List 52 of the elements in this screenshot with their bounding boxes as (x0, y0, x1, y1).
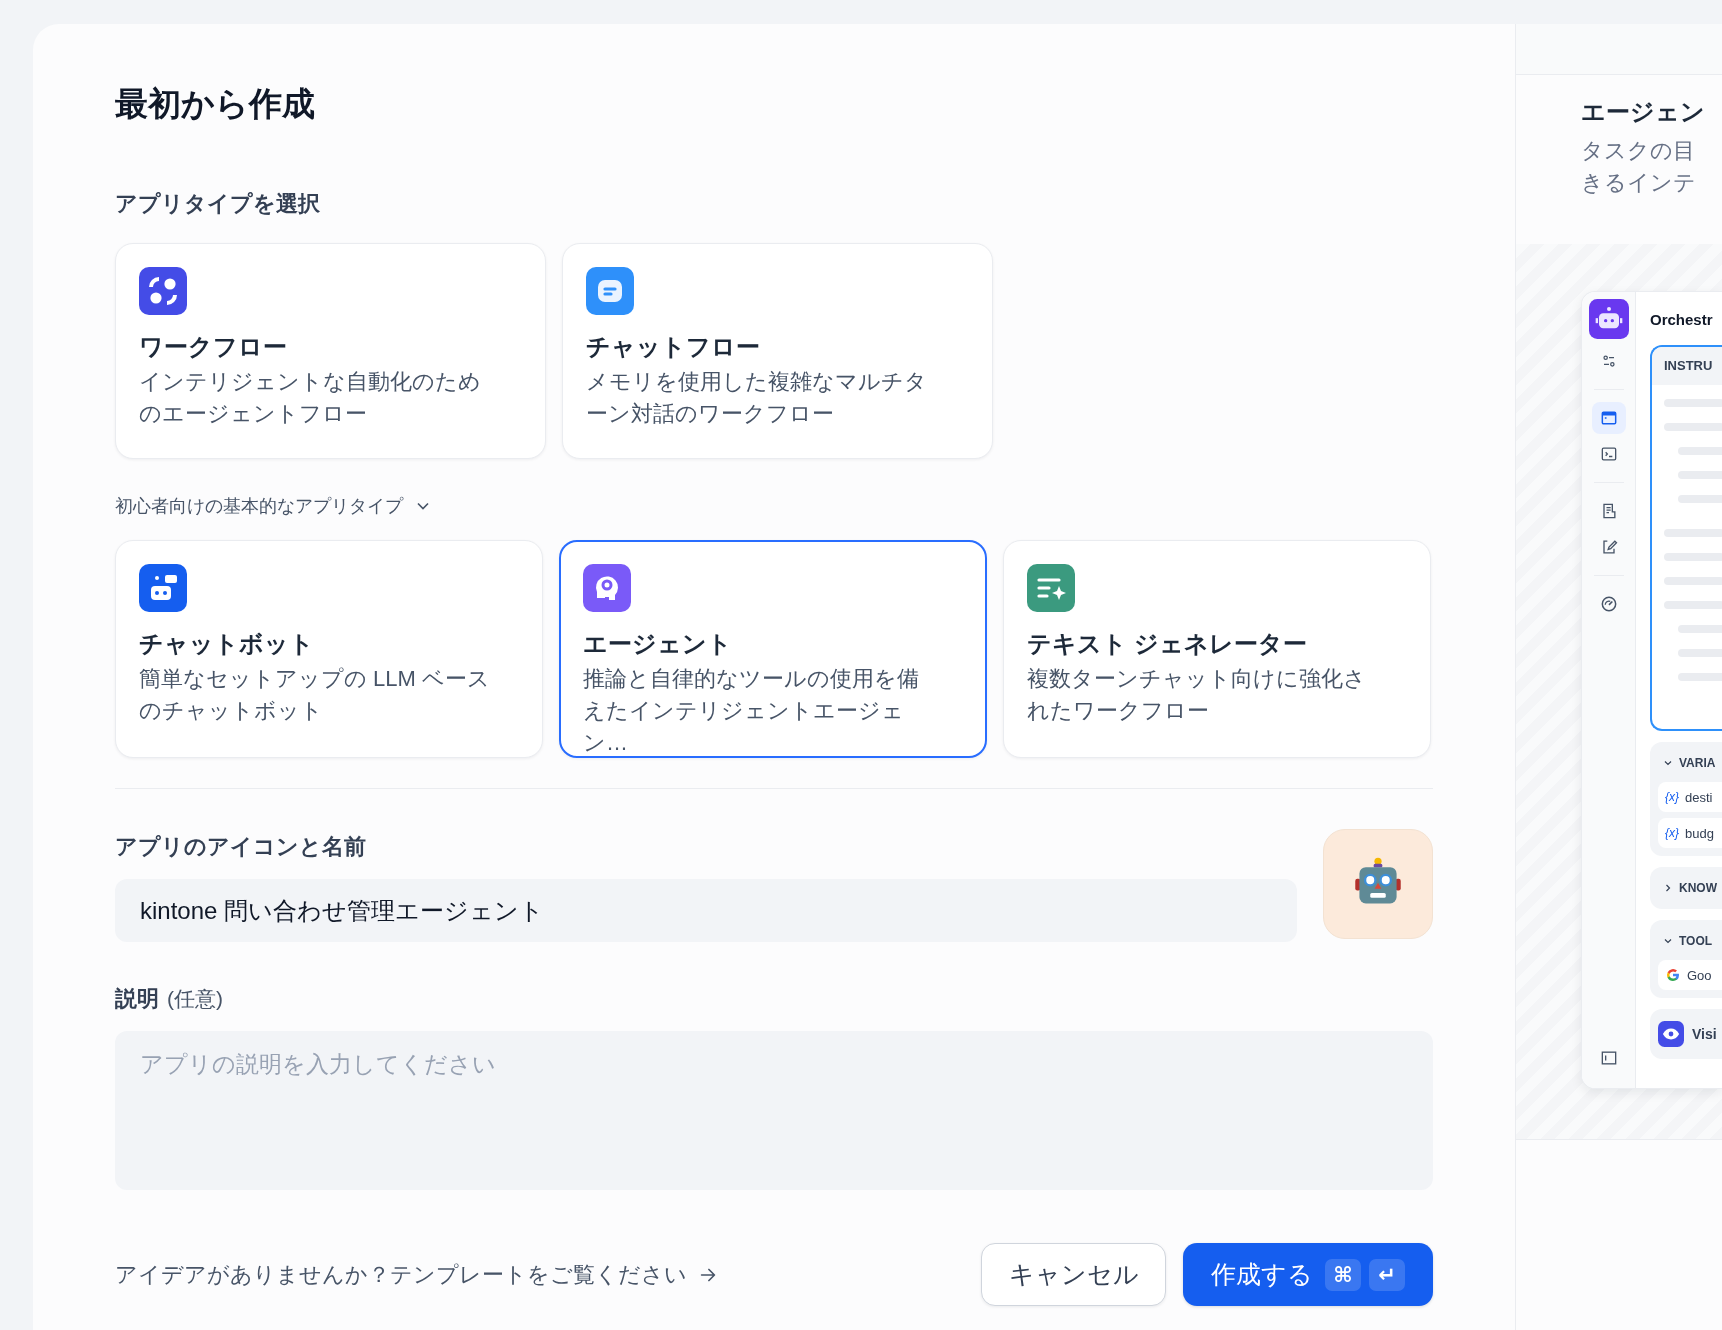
variable-icon: {x} (1665, 790, 1679, 804)
card-description: メモリを使用した複雑なマルチターン対話のワークフロー (586, 368, 928, 428)
app-type-card[interactable]: テキスト ジェネレーター 複数ターンチャット向けに強化されたワークフロー (1003, 540, 1431, 758)
card-title: エージェント (583, 629, 733, 659)
template-link[interactable]: アイデアがありませんか？テンプレートをご覧ください (115, 1259, 719, 1290)
card-description: インテリジェントな自動化のためのエージェントフロー (139, 368, 482, 428)
section-heading: アプリタイプを選択 (115, 190, 321, 218)
create-button[interactable]: 作成する ⌘ ↵ (1183, 1243, 1433, 1306)
bot-chat-icon (139, 564, 187, 612)
section-header[interactable]: KNOW (1658, 875, 1717, 901)
shortcut-key: ⌘ (1325, 1258, 1361, 1291)
shortcut-key: ↵ (1369, 1258, 1405, 1291)
instruction-label: INSTRU (1652, 347, 1722, 385)
item-label: desti (1685, 789, 1713, 805)
head-gear-icon (583, 564, 631, 612)
google-g-icon (1665, 967, 1681, 983)
card-description: 複数ターンチャット向けに強化されたワークフロー (1027, 665, 1367, 725)
app-name-field[interactable]: kintone 問い合わせ管理エージェント (115, 879, 1297, 942)
eye-icon (1658, 1021, 1684, 1047)
chat-bubble-icon (586, 267, 634, 315)
app-type-card[interactable]: エージェント 推論と自律的なツールの使用を備えたインテリジェントエージェン… (559, 540, 987, 758)
item-label: budg (1685, 825, 1714, 841)
app-type-card[interactable]: ワークフロー インテリジェントな自動化のためのエージェントフロー (115, 243, 546, 459)
app-type-card[interactable]: チャットボット 簡単なセットアップの LLM ベースのチャットボット (115, 540, 543, 758)
text-sparkle-icon (1027, 564, 1075, 612)
nodes-icon (139, 267, 187, 315)
card-title: チャットフロー (586, 332, 761, 362)
item-label: Goo (1687, 967, 1712, 983)
beginner-types-toggle[interactable]: 初心者向けの基本的なアプリタイプ (115, 494, 433, 518)
preview-description: きるインテ (1581, 169, 1697, 197)
preview-title: エージェン (1581, 97, 1706, 127)
app-name: Orchestr (1650, 310, 1714, 330)
description-field[interactable]: アプリの説明を入力してください (115, 1031, 1433, 1190)
variable-icon: {x} (1665, 826, 1679, 840)
preview-description: タスクの目 (1581, 137, 1696, 165)
card-title: テキスト ジェネレーター (1027, 629, 1308, 659)
robot-icon (1588, 299, 1629, 339)
cancel-button[interactable]: キャンセル (981, 1243, 1166, 1306)
card-title: チャットボット (139, 629, 315, 659)
card-description: 推論と自律的なツールの使用を備えたインテリジェントエージェン… (583, 665, 920, 757)
field-label: 説明 (115, 985, 159, 1013)
sidebar-nav-button[interactable] (1591, 402, 1626, 434)
section-header[interactable]: TOOL (1658, 928, 1713, 954)
dialog-title: 最初から作成 (115, 84, 316, 124)
section-label: Visi (1692, 1026, 1717, 1042)
section-heading: アプリのアイコンと名前 (115, 833, 367, 861)
card-description: 簡単なセットアップの LLM ベースのチャットボット (139, 665, 492, 725)
optional-note: (任意) (167, 986, 223, 1012)
card-title: ワークフロー (139, 332, 288, 362)
app-type-card[interactable]: チャットフロー メモリを使用した複雑なマルチターン対話のワークフロー (562, 243, 993, 459)
section-header[interactable]: VARIA (1658, 750, 1716, 776)
app-icon-button[interactable] (1323, 829, 1433, 939)
